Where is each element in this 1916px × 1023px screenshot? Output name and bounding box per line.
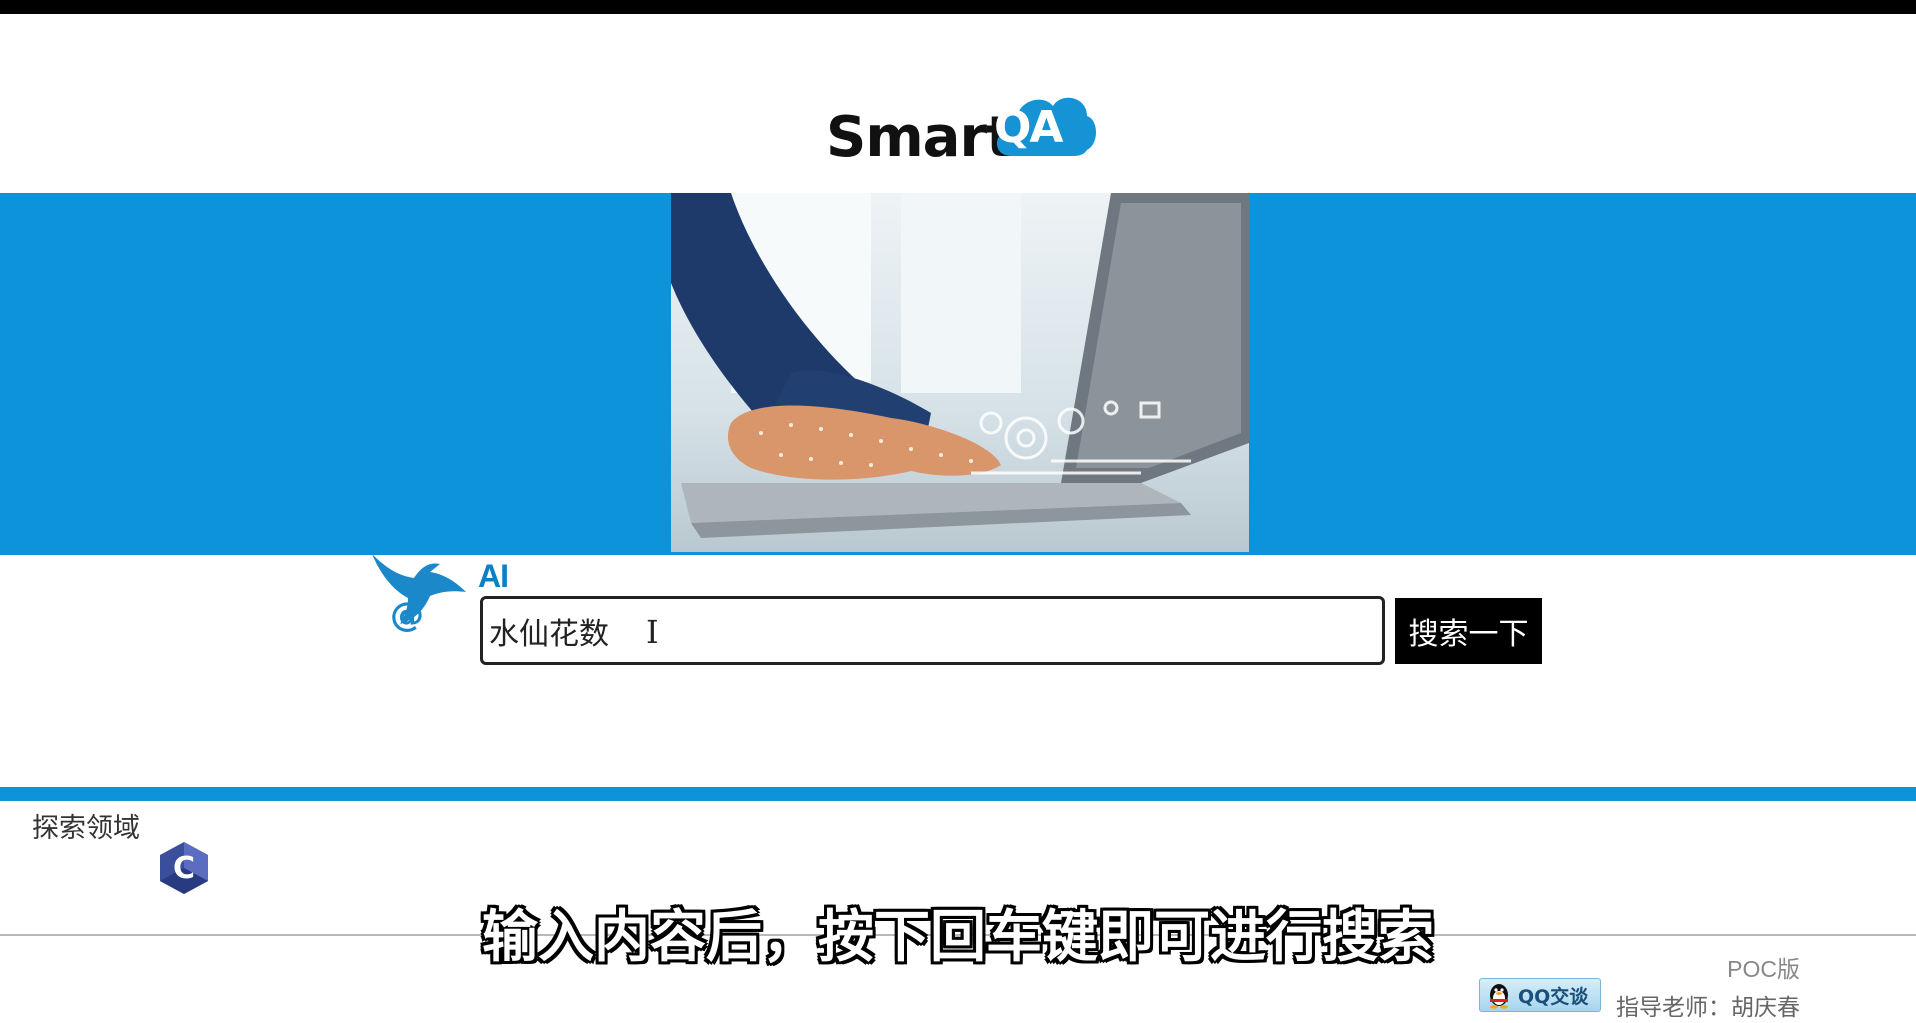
svg-text:C: C [173, 851, 195, 886]
explore-section-title: 探索领域 [32, 813, 140, 844]
top-black-bar [0, 0, 1916, 14]
hero-image [671, 193, 1249, 552]
search-button[interactable]: 搜索一下 [1395, 598, 1542, 664]
page: Smart QA @ AI 水仙花数 I 搜索一下 探索领域 C 输入内容后，按… [0, 0, 1916, 1023]
bird-mail-icon: @ [372, 554, 466, 632]
svg-text:@: @ [390, 595, 424, 632]
smartqa-logo[interactable]: Smart QA [826, 80, 1098, 172]
logo-text: Smart [826, 105, 1013, 170]
section-divider [0, 787, 1916, 801]
c-language-icon[interactable]: C [158, 840, 210, 896]
version-label: POC版 [1727, 956, 1800, 982]
search-input[interactable] [480, 596, 1385, 665]
video-subtitle: 输入内容后，按下回车键即可进行搜索 [482, 905, 1434, 970]
ai-label: AI [478, 558, 509, 594]
hero-illustration [671, 193, 1249, 538]
qq-chat-label: QQ交谈 [1518, 985, 1589, 1008]
text-cursor-icon: I [646, 613, 659, 651]
qq-penguin-icon [1490, 984, 1508, 1009]
qq-chat-button[interactable]: QQ交谈 [1479, 978, 1601, 1012]
logo-badge-text: QA [994, 102, 1063, 153]
teacher-credit: 指导老师：胡庆春 [1616, 995, 1800, 1021]
